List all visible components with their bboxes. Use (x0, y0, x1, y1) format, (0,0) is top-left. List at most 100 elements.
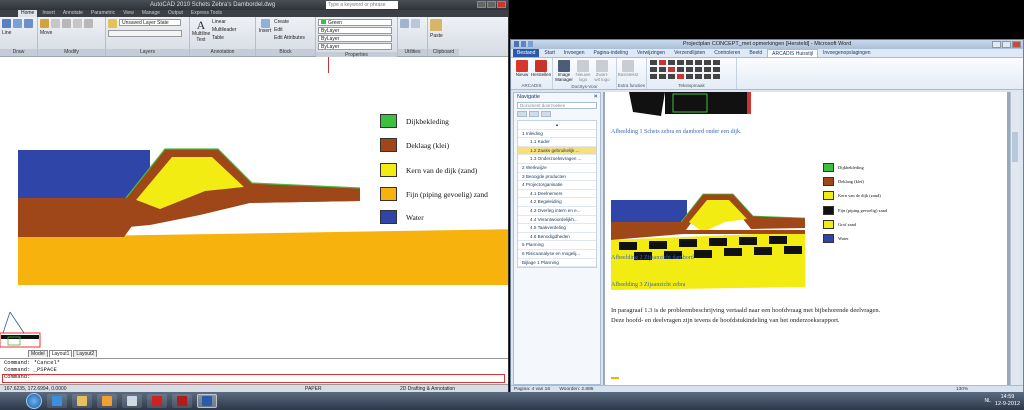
nieuw-button[interactable]: Nieuw (516, 72, 529, 77)
document-search-input[interactable]: Document doorzoeken (517, 102, 597, 109)
start-button[interactable] (26, 393, 42, 409)
plotstyle-select[interactable]: ByLayer (318, 43, 392, 50)
nav-heading-item[interactable]: 4 Projectorganisatie (518, 181, 596, 190)
zwart-wit-logo-button[interactable]: Zwart-wit logo (594, 72, 610, 82)
style-button-icon[interactable] (650, 67, 657, 72)
nav-heading-item[interactable]: 4.3 Overleg intern en e... (518, 207, 596, 216)
minimize-button[interactable] (477, 1, 486, 8)
tab-verzendlijsten[interactable]: Verzendlijsten (670, 49, 709, 57)
taskbar-app[interactable] (122, 394, 142, 408)
move-button[interactable]: Move (40, 30, 52, 36)
headings-view-tab[interactable] (517, 111, 527, 117)
vertical-scrollbar[interactable] (1010, 92, 1019, 385)
tab-model[interactable]: Model (28, 350, 48, 357)
layer-properties-icon[interactable] (108, 19, 117, 28)
taskbar-outlook[interactable] (97, 394, 117, 408)
tab-verwijzingen[interactable]: Verwijzingen (633, 49, 669, 57)
style-button-icon[interactable] (677, 74, 684, 79)
help-search-input[interactable]: Type a keyword or phrase (326, 1, 398, 9)
nav-heading-item[interactable]: 6 Risicoanalyse en mogelij... (518, 250, 596, 259)
style-button-icon[interactable] (686, 60, 693, 65)
style-button-icon[interactable] (677, 67, 684, 72)
mirror-icon[interactable] (84, 19, 93, 28)
taskbar-autocad[interactable] (147, 394, 167, 408)
tab-annotate[interactable]: Annotate (60, 10, 86, 17)
text-icon[interactable]: A (197, 19, 206, 31)
nav-heading-item[interactable]: 4.6 Benodigdheden (518, 233, 596, 242)
clock[interactable]: 14:59 12-9-2012 (995, 394, 1020, 408)
new-document-icon[interactable] (516, 60, 528, 72)
nav-heading-item[interactable]: 4.1 Deelnemers (518, 190, 596, 199)
image-manager-button[interactable]: Image Manager (555, 72, 573, 82)
taskbar-word[interactable] (197, 394, 217, 408)
tab-arcadis-huisstijl[interactable]: ARCADIS Huisstijl (767, 49, 818, 57)
taskbar-acrobat[interactable] (172, 394, 192, 408)
style-button-icon[interactable] (650, 74, 657, 79)
close-button[interactable] (1012, 41, 1021, 48)
tab-pagina-indeling[interactable]: Pagina-indeling (590, 49, 632, 57)
nav-heading-item[interactable]: 4.4 Verantwoordelijkh... (518, 216, 596, 225)
tab-invoegen[interactable]: Invoegen (560, 49, 589, 57)
basistekst-icon[interactable] (622, 60, 634, 72)
maximize-button[interactable] (1002, 41, 1011, 48)
taskbar-ie[interactable] (47, 394, 67, 408)
tab-parametric[interactable]: Parametric (88, 10, 118, 17)
pages-view-tab[interactable] (529, 111, 539, 117)
style-button-icon[interactable] (713, 67, 720, 72)
logo-icon[interactable] (577, 60, 589, 72)
style-button-icon[interactable] (695, 74, 702, 79)
linear-button[interactable]: Linear (212, 19, 236, 25)
tab-start[interactable]: Start (540, 49, 559, 57)
style-button-icon[interactable] (695, 67, 702, 72)
nav-heading-item[interactable]: 1.2 Zaaks gebruikelijk ... (518, 146, 596, 156)
measure-icon[interactable] (400, 19, 409, 28)
paste-icon[interactable] (430, 19, 443, 31)
nav-heading-item[interactable]: 1 Inleiding (518, 130, 596, 139)
style-button-icon[interactable] (713, 74, 720, 79)
line-button[interactable]: Line (2, 30, 11, 36)
nieuwe-logo-button[interactable]: Nieuwe logo (575, 72, 591, 82)
style-button-icon[interactable] (659, 74, 666, 79)
tab-bestand[interactable]: Bestand (513, 49, 540, 57)
tab-manage[interactable]: Manage (139, 10, 163, 17)
collapse-arrow-icon[interactable]: ▴ (518, 121, 596, 130)
nav-heading-item[interactable]: 5 Planning (518, 241, 596, 250)
insert-button[interactable]: Insert (259, 28, 272, 34)
nav-heading-item[interactable]: 1.3 Onderzoeksvragen ... (518, 155, 596, 164)
rotate-icon[interactable] (51, 19, 60, 28)
style-button-icon[interactable] (668, 67, 675, 72)
command-window[interactable]: Command: *Cancel* Command: _PSPACE Comma… (0, 358, 508, 384)
style-button-icon[interactable] (704, 74, 711, 79)
word-icon[interactable] (514, 41, 519, 47)
image-manager-icon[interactable] (558, 60, 570, 72)
scrollbar-thumb[interactable] (1012, 132, 1018, 162)
table-button[interactable]: Table (212, 35, 236, 41)
nav-heading-item[interactable]: 1.1 Kader (518, 138, 596, 147)
polyline-icon[interactable] (13, 19, 22, 28)
maximize-button[interactable] (487, 1, 496, 8)
style-button-icon[interactable] (668, 60, 675, 65)
edit-attributes-button[interactable]: Edit Attributes (274, 35, 305, 41)
undo-icon[interactable] (528, 41, 533, 47)
tab-layout1[interactable]: Layout1 (48, 350, 73, 357)
nav-heading-item[interactable]: 2 Werkwijze (518, 164, 596, 173)
tab-layout2[interactable]: Layout2 (73, 350, 98, 357)
color-select[interactable]: Green (318, 19, 392, 26)
multiline-text-button[interactable]: Multiline Text (192, 31, 210, 43)
tab-home[interactable]: Home (18, 10, 38, 17)
language-indicator[interactable]: NL (985, 398, 991, 404)
style-button-icon[interactable] (659, 60, 666, 65)
move-icon[interactable] (40, 19, 49, 28)
tab-express-tools[interactable]: Express Tools (188, 10, 225, 17)
tab-output[interactable]: Output (165, 10, 186, 17)
style-button-icon[interactable] (713, 60, 720, 65)
tab-invoegenopslagingen[interactable]: Invoegenopslagingen (819, 49, 875, 57)
nav-heading-item[interactable]: 4.2 Begeleiding (518, 198, 596, 207)
style-button-icon[interactable] (695, 60, 702, 65)
restore-icon[interactable] (535, 60, 547, 72)
tab-beeld[interactable]: Beeld (745, 49, 766, 57)
tab-insert[interactable]: Insert (39, 10, 58, 17)
save-icon[interactable] (521, 41, 526, 47)
line-icon[interactable] (2, 19, 11, 28)
create-block-button[interactable]: Create (274, 19, 305, 25)
